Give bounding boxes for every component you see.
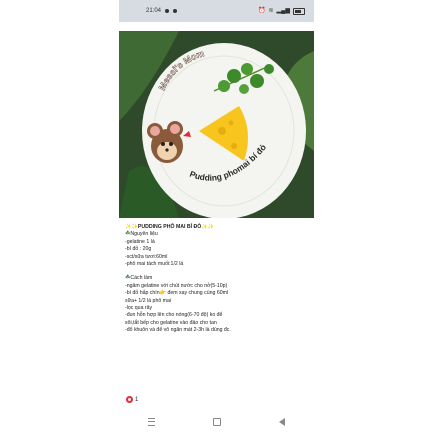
alarm-icon: ⏰ [258,8,266,14]
sparkle-icon: ✨✨ [201,224,215,230]
method-heading: Cách làm [130,275,153,282]
status-left: 21:04 [146,8,178,14]
post-body: ✨✨PUDDING PHÔ MAI BÍ ĐỎ✨✨ ☘Nguyên liệu -… [125,224,310,335]
method-heading-line: ☘Cách làm [125,275,310,282]
ingredients-heading: Nguyên liệu [130,231,158,238]
menu-icon[interactable] [148,418,155,426]
ingredient-item: -phô mai tách muối:1/2 lá [125,261,184,268]
post-title: PUDDING PHÔ MAI BÍ ĐỎ [137,224,202,230]
method-step: sữa+ 1/2 lá phô mai [125,297,172,304]
phone-screen: 21:04 ⏰ ≋ ▂▄▆ Messi's Mom Pudding phomai… [119,0,314,432]
reactions[interactable]: 1 [126,396,138,403]
ingredients-heading-line: ☘Nguyên liệu [125,231,310,238]
battery-icon [293,7,305,15]
status-time: 21:04 [146,8,162,14]
method-step: -đun hỗn hợp lên cho nóng(6-70 độ) ko để [125,312,223,319]
notification-dot-icon [173,9,178,13]
back-icon[interactable] [279,418,285,426]
wifi-icon: ≋ [268,8,274,14]
sparkle-icon: ✨✨ [125,224,138,230]
notification-dot-icon [165,9,170,13]
reaction-count: 1 [135,396,139,403]
system-nav-bar [119,412,314,432]
reaction-icon [126,396,133,403]
ingredient-item: -sct/sữa tươi:60ml [125,253,168,260]
home-icon[interactable] [213,418,221,426]
pudding-photo-illustration: Messi's Mom Pudding phomai bí đỏ [119,31,314,218]
ingredient-item: -gelatine 1 lá [125,238,155,245]
method-step: -bí đỏ hấp chín👉 đem xay chung cùng 60ml [125,290,229,297]
method-step: -đổ khuôn và để vô ngăn mát 2-3h là dùng… [125,327,231,334]
signal-icon: ▂▄▆ [276,8,290,14]
status-bar: 21:04 ⏰ ≋ ▂▄▆ [119,0,314,22]
status-right: ⏰ ≋ ▂▄▆ [258,7,305,15]
post-photo[interactable]: Messi's Mom Pudding phomai bí đỏ [119,31,314,218]
ingredient-item: -bí đỏ : 20g [125,246,152,253]
